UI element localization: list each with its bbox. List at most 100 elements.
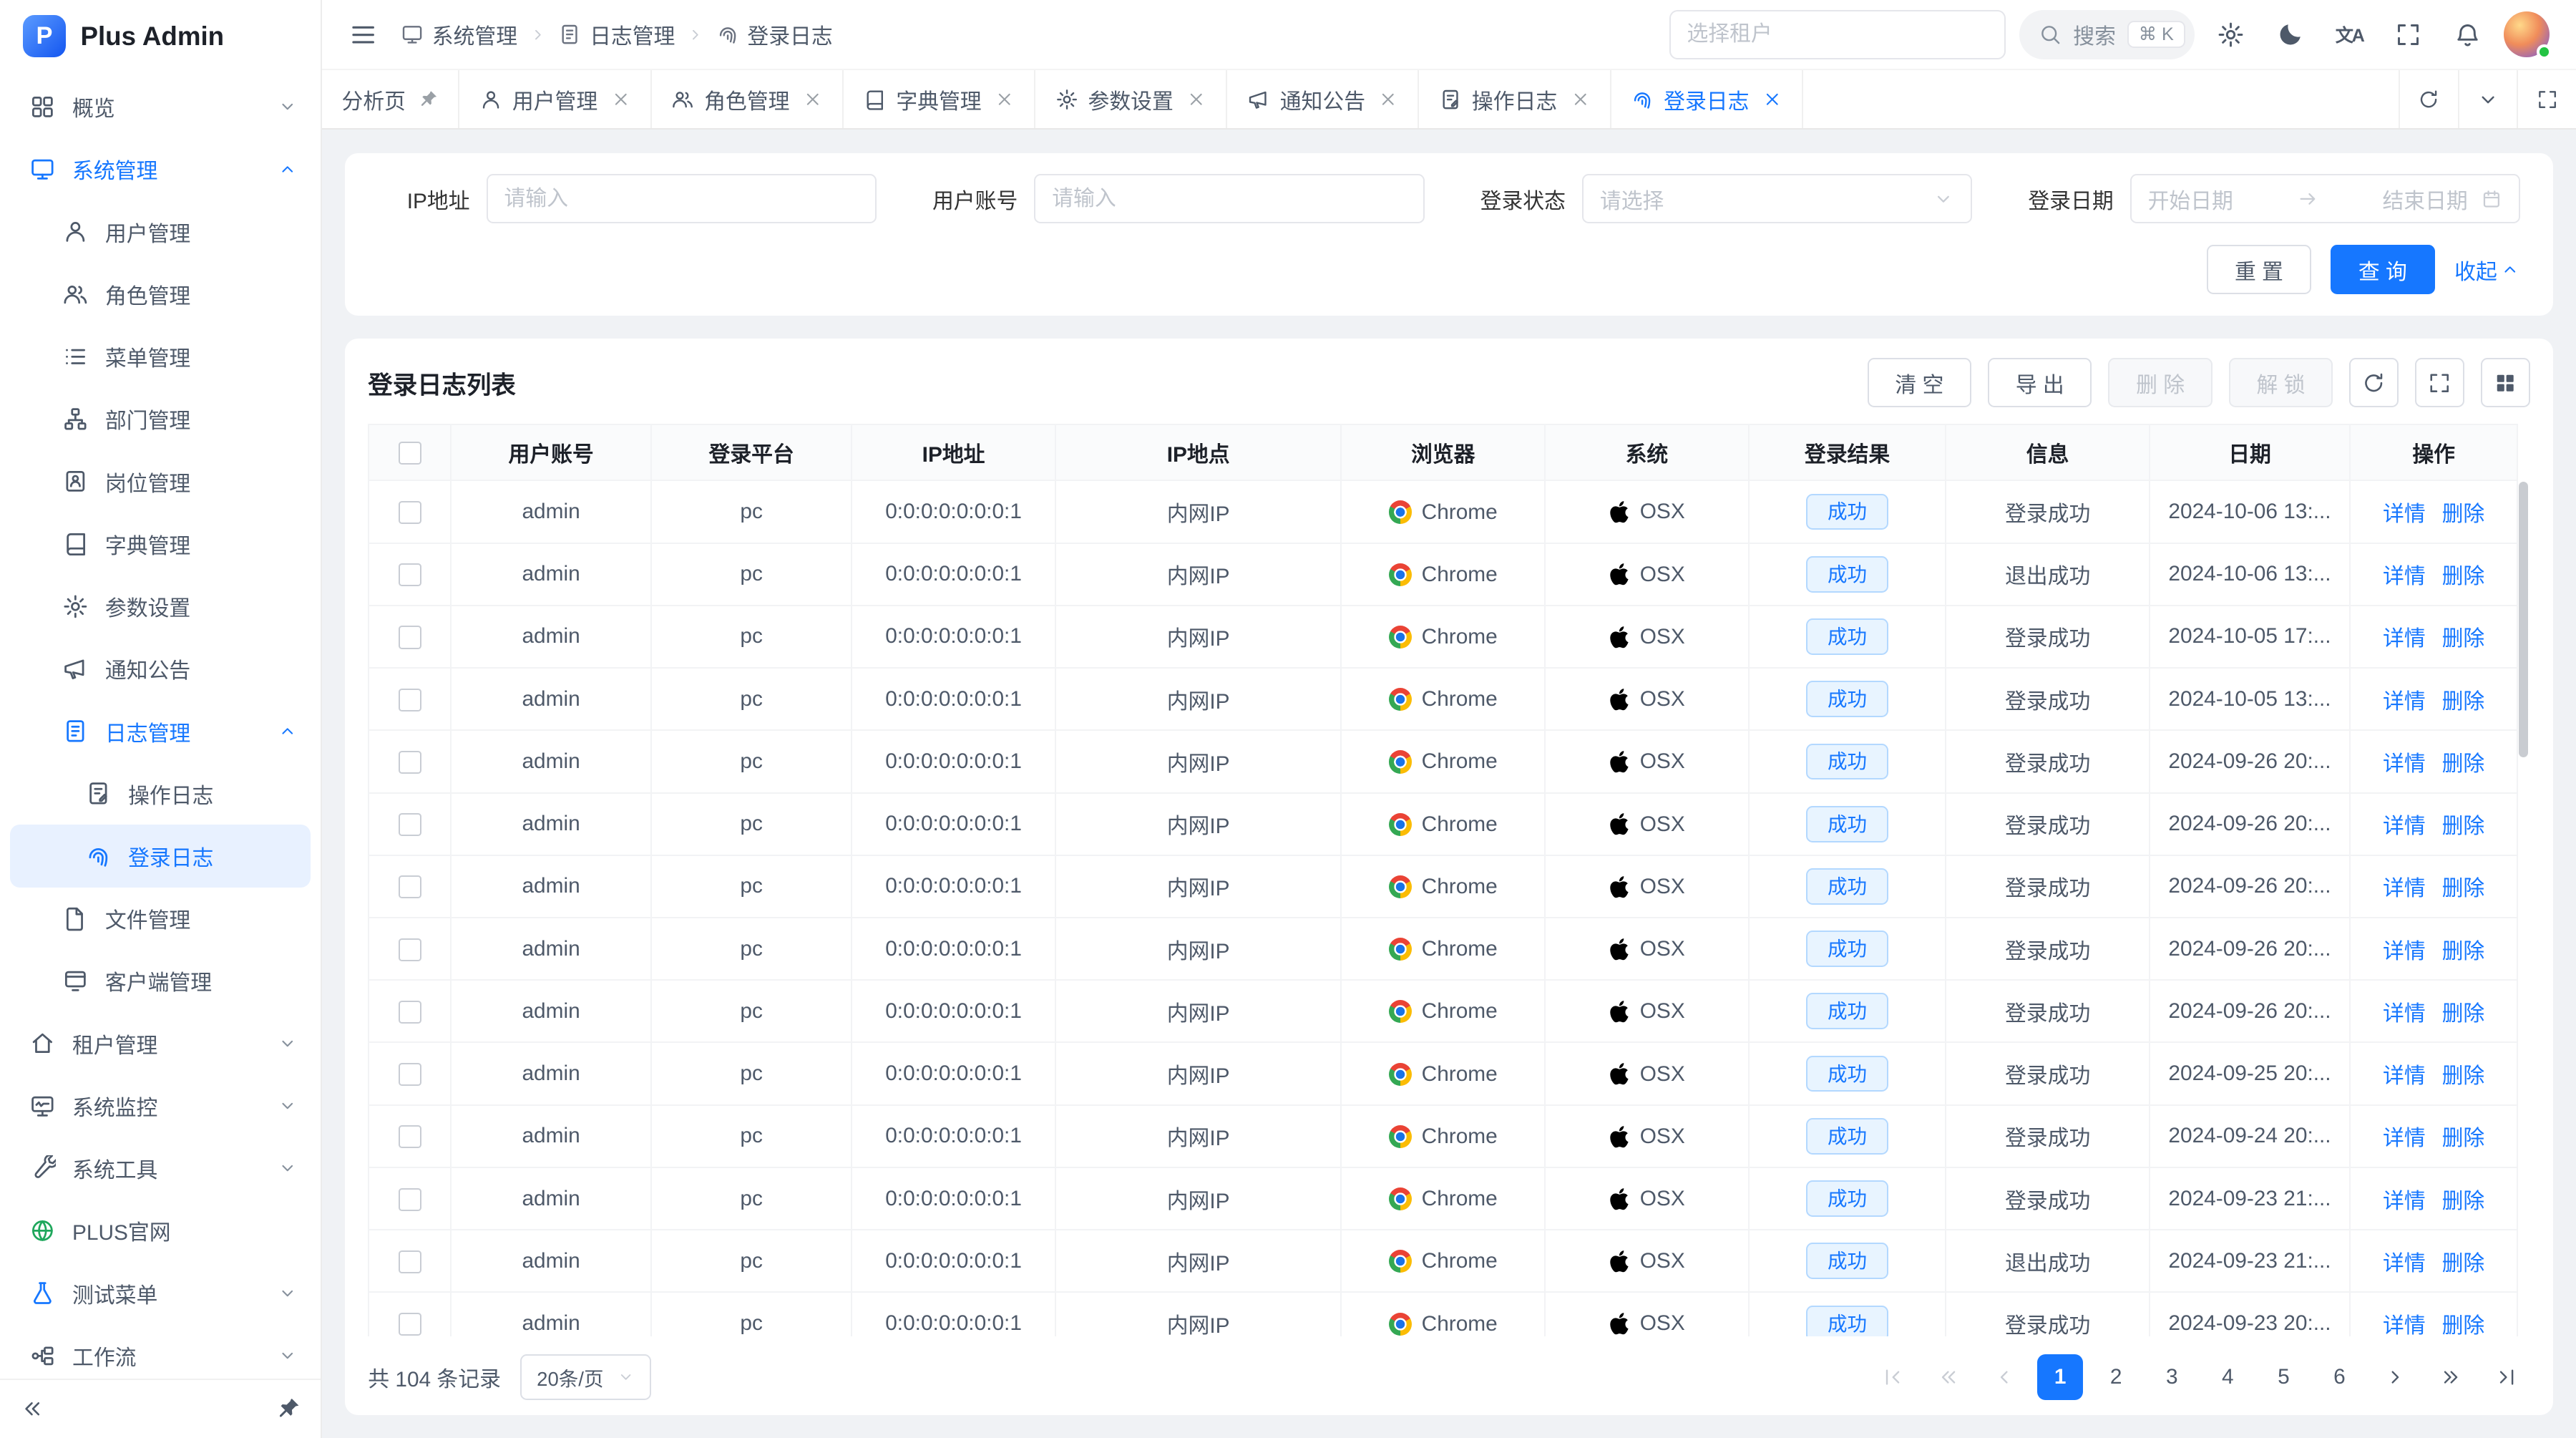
sidebar-item-20[interactable]: 工作流 (0, 1324, 321, 1379)
query-button[interactable]: 查 询 (2331, 245, 2434, 294)
notifications-button[interactable] (2444, 11, 2490, 57)
first-page-button[interactable] (1870, 1354, 1916, 1400)
sidebar-item-19[interactable]: 测试菜单 (0, 1262, 321, 1324)
detail-link[interactable]: 详情 (2383, 752, 2426, 776)
sidebar-item-18[interactable]: PLUS官网 (0, 1200, 321, 1262)
settings-button[interactable] (2208, 11, 2254, 57)
row-checkbox[interactable] (399, 563, 421, 586)
row-checkbox[interactable] (399, 875, 421, 898)
sidebar-item-2[interactable]: 用户管理 (0, 200, 321, 263)
detail-link[interactable]: 详情 (2383, 1314, 2426, 1336)
delete-link[interactable]: 删除 (2442, 815, 2485, 838)
hamburger-menu-icon[interactable] (348, 20, 378, 49)
tab-3[interactable]: 字典管理 (844, 70, 1035, 128)
unlock-button[interactable]: 解 锁 (2229, 358, 2333, 407)
delete-link[interactable]: 删除 (2442, 627, 2485, 651)
tab-2[interactable]: 角色管理 (652, 70, 844, 128)
row-checkbox[interactable] (399, 813, 421, 836)
row-checkbox[interactable] (399, 1125, 421, 1148)
delete-link[interactable]: 删除 (2442, 1314, 2485, 1336)
page-button-5[interactable]: 5 (2260, 1354, 2306, 1400)
sidebar-item-17[interactable]: 系统工具 (0, 1137, 321, 1200)
next-page-button[interactable] (2372, 1354, 2418, 1400)
detail-link[interactable]: 详情 (2383, 1190, 2426, 1213)
breadcrumb-item-1[interactable]: 日志管理 (558, 19, 675, 50)
close-icon[interactable] (995, 89, 1015, 110)
row-checkbox[interactable] (399, 938, 421, 961)
row-checkbox[interactable] (399, 751, 421, 774)
sidebar-item-15[interactable]: 租户管理 (0, 1012, 321, 1074)
column-settings-button[interactable] (2481, 358, 2530, 407)
row-checkbox[interactable] (399, 1001, 421, 1024)
content-fullscreen-button[interactable] (2517, 70, 2576, 128)
language-toggle[interactable]: 文A (2326, 11, 2372, 57)
delete-link[interactable]: 删除 (2442, 502, 2485, 526)
delete-link[interactable]: 删除 (2442, 565, 2485, 588)
page-button-3[interactable]: 3 (2149, 1354, 2195, 1400)
sidebar-item-0[interactable]: 概览 (0, 76, 321, 138)
pin-sidebar-icon[interactable] (276, 1396, 301, 1421)
tab-1[interactable]: 用户管理 (459, 70, 651, 128)
detail-link[interactable]: 详情 (2383, 502, 2426, 526)
sidebar-item-7[interactable]: 字典管理 (0, 512, 321, 575)
row-checkbox[interactable] (399, 689, 421, 711)
collapse-filters-link[interactable]: 收起 (2454, 254, 2520, 286)
refresh-tab-button[interactable] (2399, 70, 2458, 128)
row-checkbox[interactable] (399, 501, 421, 524)
jump-back-button[interactable] (1926, 1354, 1971, 1400)
sidebar-item-12[interactable]: 登录日志 (10, 825, 311, 887)
detail-link[interactable]: 详情 (2383, 690, 2426, 714)
page-button-6[interactable]: 6 (2316, 1354, 2362, 1400)
close-icon[interactable] (1186, 89, 1206, 110)
sidebar-item-4[interactable]: 菜单管理 (0, 326, 321, 388)
user-avatar[interactable] (2504, 11, 2550, 57)
row-checkbox[interactable] (399, 1063, 421, 1086)
date-range-picker[interactable]: 开始日期 结束日期 (2130, 174, 2520, 223)
reset-button[interactable]: 重 置 (2207, 245, 2311, 294)
delete-link[interactable]: 删除 (2442, 1127, 2485, 1150)
delete-link[interactable]: 删除 (2442, 1002, 2485, 1026)
sidebar-item-9[interactable]: 通知公告 (0, 638, 321, 700)
sidebar-item-5[interactable]: 部门管理 (0, 388, 321, 450)
delete-button[interactable]: 删 除 (2108, 358, 2212, 407)
app-logo[interactable]: P Plus Admin (0, 0, 321, 72)
tenant-select-input[interactable] (1669, 10, 2006, 59)
sidebar-item-16[interactable]: 系统监控 (0, 1074, 321, 1137)
clear-button[interactable]: 清 空 (1868, 358, 1971, 407)
delete-link[interactable]: 删除 (2442, 752, 2485, 776)
detail-link[interactable]: 详情 (2383, 565, 2426, 588)
page-button-4[interactable]: 4 (2205, 1354, 2250, 1400)
page-button-2[interactable]: 2 (2093, 1354, 2139, 1400)
collapse-sidebar-icon[interactable] (20, 1396, 44, 1421)
sidebar-item-14[interactable]: 客户端管理 (0, 950, 321, 1012)
detail-link[interactable]: 详情 (2383, 1002, 2426, 1026)
detail-link[interactable]: 详情 (2383, 1127, 2426, 1150)
delete-link[interactable]: 删除 (2442, 690, 2485, 714)
close-icon[interactable] (1762, 89, 1782, 110)
sidebar-item-6[interactable]: 岗位管理 (0, 450, 321, 512)
close-icon[interactable] (611, 89, 631, 110)
delete-link[interactable]: 删除 (2442, 940, 2485, 963)
tab-0[interactable]: 分析页 (322, 70, 459, 128)
detail-link[interactable]: 详情 (2383, 627, 2426, 651)
page-size-select[interactable]: 20条/页 (520, 1354, 650, 1400)
global-search[interactable]: 搜索 ⌘ K (2019, 10, 2195, 59)
close-icon[interactable] (1571, 89, 1591, 110)
detail-link[interactable]: 详情 (2383, 877, 2426, 900)
detail-link[interactable]: 详情 (2383, 1252, 2426, 1276)
sidebar-item-1[interactable]: 系统管理 (0, 138, 321, 200)
last-page-button[interactable] (2484, 1354, 2529, 1400)
detail-link[interactable]: 详情 (2383, 815, 2426, 838)
tab-7[interactable]: 登录日志 (1611, 70, 1803, 128)
vertical-scrollbar-thumb[interactable] (2519, 482, 2529, 758)
delete-link[interactable]: 删除 (2442, 877, 2485, 900)
tab-5[interactable]: 通知公告 (1227, 70, 1419, 128)
breadcrumb-item-2[interactable]: 登录日志 (716, 19, 833, 50)
delete-link[interactable]: 删除 (2442, 1064, 2485, 1088)
tab-4[interactable]: 参数设置 (1035, 70, 1227, 128)
export-button[interactable]: 导 出 (1988, 358, 2092, 407)
sidebar-item-10[interactable]: 日志管理 (0, 700, 321, 762)
close-icon[interactable] (1378, 89, 1398, 110)
tab-6[interactable]: 操作日志 (1419, 70, 1611, 128)
close-icon[interactable] (803, 89, 823, 110)
